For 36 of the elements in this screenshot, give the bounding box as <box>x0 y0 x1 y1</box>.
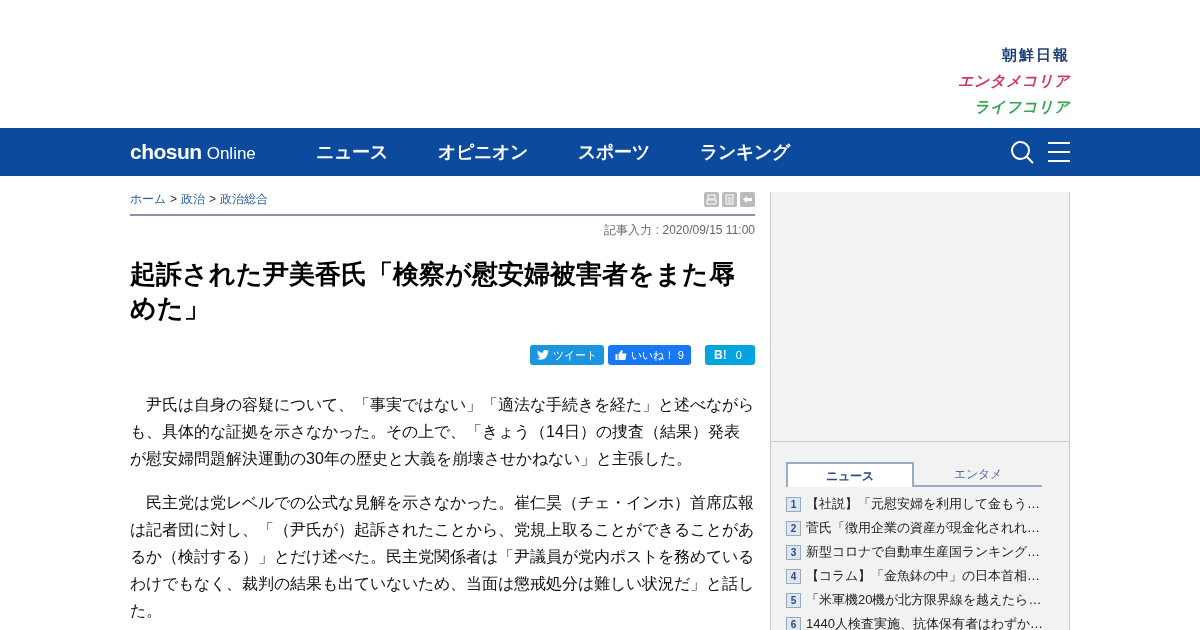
ranking-link[interactable]: 【社説】「元慰安婦を利用して金もう… <box>806 494 1040 514</box>
rank-number: 1 <box>786 496 801 512</box>
ranking-link[interactable]: 菅氏「徴用企業の資産が現金化されれ… <box>806 518 1040 538</box>
nav-link[interactable]: ニュース <box>316 138 388 166</box>
brand-link[interactable]: 朝鮮日報 <box>1002 44 1070 66</box>
breadcrumb-link[interactable]: 政治 <box>181 190 205 208</box>
article-paragraph: 尹氏は自身の容疑について、「事実ではない」「適法な手続きを経た」と述べながらも、具体的な証拠を示さなかった。その上で、「きょう（14日）の捜査（結果）発表が慰安婦問題解決運動の30年の歴史と大義を崩壊させかねない」と主張した。 <box>130 395 755 469</box>
nav-link[interactable]: オピニオン <box>438 138 528 166</box>
document-icon[interactable] <box>722 191 737 207</box>
ranking-link[interactable]: 【コラム】「金魚鉢の中」の日本首相… <box>806 566 1040 586</box>
breadcrumb-link[interactable]: 政治総合 <box>220 190 269 208</box>
rank-number: 4 <box>786 568 801 584</box>
ranking-link[interactable]: 新型コロナで自動車生産国ランキング… <box>806 542 1040 562</box>
thumbs-up-icon <box>614 349 627 361</box>
article-paragraph: 民主党は党レベルでの公式な見解を示さなかった。崔仁昊（チェ・インホ）首席広報は記者団に対し、「（尹氏が）起訴されたことから、党規上取ることができることがあるか（検討する）」とだけ述べた。民主党関係者は「尹議員が党内ポストを務めているわけでもなく、裁判の結果も出ていないため、当面は懲戒処分は難しい状況だ」と話した。 <box>130 493 755 621</box>
article-timestamp: 記事入力 : 2020/09/15 11:00 <box>603 222 755 239</box>
nav-link[interactable]: スポーツ <box>578 138 650 166</box>
menu-icon[interactable] <box>1048 142 1070 162</box>
breadcrumb-link[interactable]: ホーム <box>130 190 166 208</box>
rank-number: 6 <box>786 616 801 630</box>
brand-link[interactable]: エンタメコリア <box>958 70 1070 92</box>
rank-number: 2 <box>786 520 801 536</box>
rank-number: 5 <box>786 592 801 608</box>
print-icon[interactable] <box>704 191 719 207</box>
bird-icon <box>536 350 549 360</box>
article-headline: 起訴された尹美香氏「検察が慰安婦被害者をまた辱めた」 <box>130 258 736 325</box>
ranking-tab[interactable]: ニュース <box>786 462 914 487</box>
search-icon[interactable] <box>1010 140 1034 164</box>
rank-number: 3 <box>786 544 801 560</box>
ranking-link[interactable]: 「米軍機20機が北方限界線を越えたら… <box>806 590 1042 610</box>
like-button[interactable]: いいね！ 9 <box>607 345 691 365</box>
ranking-tab[interactable]: エンタメ <box>914 462 1042 487</box>
breadcrumb-separator: > <box>170 191 177 208</box>
breadcrumb-separator: > <box>209 191 217 208</box>
nav-link[interactable]: ランキング <box>700 138 790 166</box>
site-logo[interactable]: chosun Online <box>130 136 316 168</box>
